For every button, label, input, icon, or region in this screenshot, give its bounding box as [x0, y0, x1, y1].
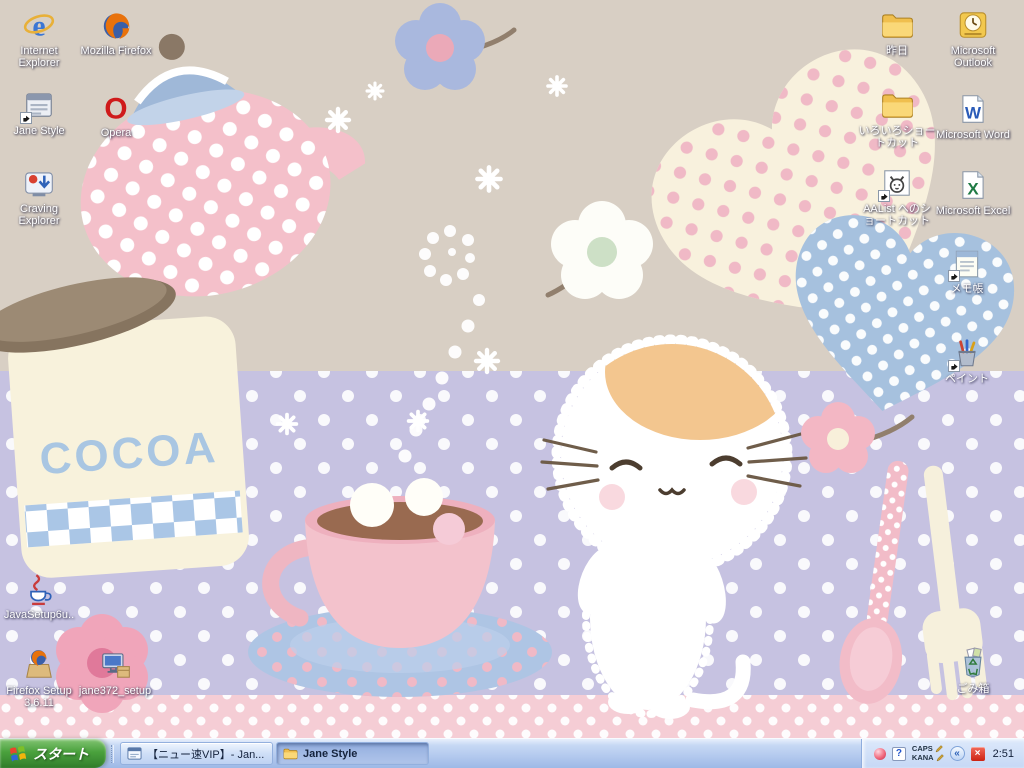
ime-language-indicator[interactable]: CAPS KANA [912, 745, 944, 762]
java-icon [22, 572, 56, 606]
icon-label: jane372_setup [78, 685, 152, 697]
shortcut-arrow-icon [948, 360, 960, 372]
desktop-icon-craving-explorer[interactable]: Craving Explorer [0, 166, 78, 227]
internet-explorer-icon: e [22, 8, 56, 42]
tray-app-icon[interactable] [873, 747, 886, 760]
icon-label: Microsoft Excel [935, 205, 1011, 217]
icon-label: Microsoft Outlook [950, 45, 996, 69]
aalist-icon [878, 166, 914, 202]
icon-label: ペイント [945, 373, 989, 385]
desktop-icon-microsoft-word[interactable]: W Microsoft Word [934, 92, 1012, 141]
desktop-icon-aalist-shortcut[interactable]: AAList へのショートカット [858, 166, 936, 227]
recycle-bin-icon [956, 646, 990, 680]
craving-explorer-icon [22, 166, 56, 200]
svg-text:O: O [104, 93, 127, 124]
svg-text:X: X [967, 180, 979, 199]
icon-label: AAList へのショートカット [863, 203, 931, 227]
desktop[interactable]: COCOA e Internet Explorer Mozilla Firefo… [0, 0, 1024, 738]
word-icon: W [956, 92, 990, 126]
shortcut-arrow-icon [20, 112, 32, 124]
opera-icon: O [99, 90, 133, 124]
taskbar-task-jane-style[interactable]: Jane Style [276, 742, 429, 765]
start-button[interactable]: スタート [0, 739, 106, 768]
icon-label: メモ帳 [950, 283, 984, 295]
desktop-icon-mozilla-firefox[interactable]: Mozilla Firefox [77, 8, 155, 57]
notepad-icon [948, 246, 984, 282]
start-button-label: スタート [33, 745, 89, 762]
help-icon: ? [891, 746, 906, 761]
security-alert-icon[interactable]: × [970, 746, 985, 761]
pen-icon [935, 745, 943, 753]
folder-icon [880, 8, 914, 42]
icon-label: Firefox Setup 3.6.11 [6, 685, 72, 709]
desktop-icon-opera[interactable]: O Opera [77, 90, 155, 139]
firefox-icon [99, 8, 133, 42]
jane-style-icon [20, 88, 56, 124]
desktop-icon-microsoft-outlook[interactable]: Microsoft Outlook [934, 8, 1012, 69]
paint-icon [948, 336, 984, 372]
tray-clock[interactable]: 2:51 [991, 748, 1014, 760]
desktop-icon-jane-style[interactable]: Jane Style [0, 88, 78, 137]
hide-icons-chevron[interactable]: « [949, 746, 965, 761]
shortcut-arrow-icon [878, 190, 890, 202]
desktop-icon-microsoft-excel[interactable]: X Microsoft Excel [934, 168, 1012, 217]
icon-label: Internet Explorer [18, 45, 60, 69]
desktop-icon-notepad[interactable]: メモ帳 [928, 246, 1006, 295]
outlook-icon [956, 8, 990, 42]
taskbar: スタート 【ニュー速VIP】- Jan... Jane Style ? CAPS… [0, 738, 1024, 768]
icon-label: JavaSetup6u.. [3, 609, 75, 621]
icon-label: Craving Explorer [18, 203, 60, 227]
installer-icon [98, 648, 132, 682]
folder-icon [283, 748, 298, 760]
task-label: 【ニュー速VIP】- Jan... [147, 748, 265, 761]
windows-logo-icon [9, 745, 27, 761]
excel-icon: X [956, 168, 990, 202]
firefox-setup-icon [22, 648, 56, 682]
desktop-icon-folder-shortcuts[interactable]: いろいろショートカット [858, 88, 936, 149]
svg-text:W: W [965, 104, 982, 123]
taskbar-drag-handle[interactable] [106, 739, 118, 768]
desktop-icon-internet-explorer[interactable]: e Internet Explorer [0, 8, 78, 69]
kana-indicator: KANA [911, 753, 934, 762]
desktop-icon-javasetup[interactable]: JavaSetup6u.. [0, 572, 78, 621]
icon-label: いろいろショートカット [858, 125, 936, 149]
system-tray: ? CAPS KANA « × 2:51 [860, 739, 1024, 768]
icon-label: Jane Style [13, 125, 65, 137]
task-label: Jane Style [303, 747, 358, 760]
icon-label: 昨日 [886, 45, 908, 57]
desktop-icon-jane372-setup[interactable]: jane372_setup [76, 648, 154, 697]
desktop-icon-folder-yesterday[interactable]: 昨日 [858, 8, 936, 57]
jane-window-icon [127, 747, 142, 760]
icon-label: ごみ箱 [956, 683, 990, 695]
pink-ball-icon [873, 747, 886, 760]
icon-label: Mozilla Firefox [80, 45, 152, 57]
desktop-icon-paint[interactable]: ペイント [928, 336, 1006, 385]
pen-icon [936, 754, 944, 762]
folder-icon [880, 88, 914, 122]
icon-label: Microsoft Word [936, 129, 1010, 141]
tray-help-icon[interactable]: ? [891, 746, 906, 761]
shortcut-arrow-icon [948, 270, 960, 282]
desktop-icon-firefox-setup[interactable]: Firefox Setup 3.6.11 [0, 648, 78, 709]
desktop-icon-recycle-bin[interactable]: ごみ箱 [934, 646, 1012, 695]
taskbar-task-news-vip[interactable]: 【ニュー速VIP】- Jan... [120, 742, 273, 765]
icon-label: Opera [100, 127, 132, 139]
caps-indicator: CAPS [911, 744, 933, 753]
